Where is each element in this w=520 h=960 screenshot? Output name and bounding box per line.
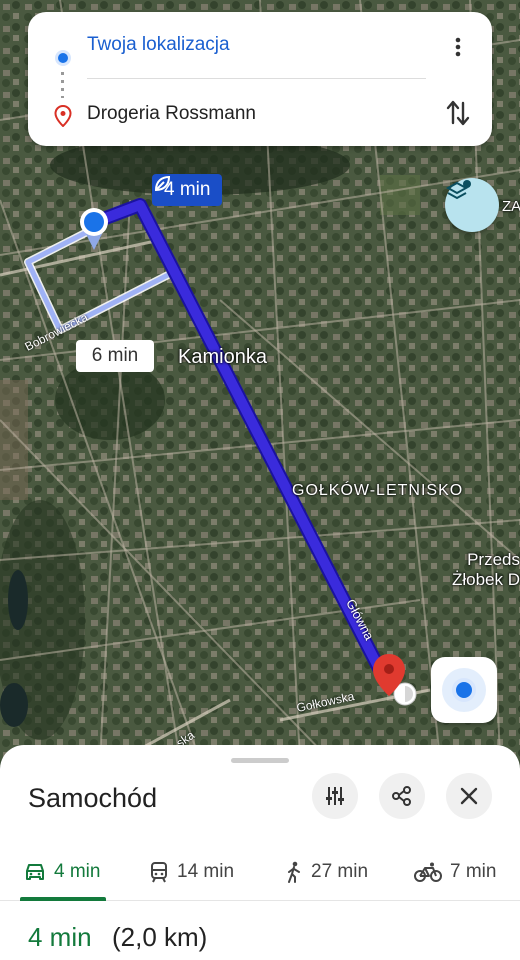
- car-icon: [26, 864, 44, 880]
- swap-icon[interactable]: [444, 98, 472, 128]
- more-options-icon[interactable]: [448, 36, 468, 58]
- tab-transit-label: 14 min: [177, 861, 235, 882]
- poi-label-line1: Przeds: [467, 550, 520, 569]
- layers-button[interactable]: [445, 178, 499, 232]
- origin-marker: [80, 208, 108, 250]
- route-distance: (2,0 km): [112, 922, 208, 952]
- bottom-sheet: Samochód 4 min 14 min 27 min 7 min 4 min…: [0, 745, 520, 960]
- divider: [87, 78, 426, 79]
- travel-mode-tabs: 4 min 14 min 27 min 7 min: [0, 843, 520, 901]
- tab-car-label: 4 min: [54, 861, 101, 882]
- area-label: GOŁKÓW-LETNISKO: [292, 482, 464, 499]
- sliders-icon: [326, 787, 344, 805]
- poi-label-line2: Żłobek D: [451, 570, 520, 589]
- layers-icon: [445, 180, 471, 200]
- edge-label: ZA: [502, 198, 520, 215]
- tab-walk-label: 27 min: [311, 861, 369, 882]
- bike-icon: [414, 862, 442, 882]
- tab-bike-label: 7 min: [450, 861, 497, 882]
- eco-leaf-icon: [154, 175, 171, 192]
- close-button[interactable]: [446, 773, 492, 819]
- tab-walk[interactable]: 27 min: [285, 843, 368, 901]
- route-options-button[interactable]: [312, 773, 358, 819]
- poi-label: Przeds Żłobek D: [440, 550, 520, 590]
- walk-icon: [288, 861, 300, 883]
- my-location-icon: [452, 678, 476, 702]
- route-dots: [61, 72, 64, 98]
- district-label: Kamionka: [178, 346, 267, 368]
- destination-icon: [54, 105, 72, 127]
- origin-dot-icon: [55, 50, 71, 66]
- sheet-drag-handle[interactable]: [231, 758, 289, 763]
- my-location-button[interactable]: [431, 657, 497, 723]
- tab-car[interactable]: 4 min: [24, 843, 100, 901]
- share-button[interactable]: [379, 773, 425, 819]
- primary-route-time-badge[interactable]: 4 min: [152, 174, 223, 206]
- directions-card: Twoja lokalizacja Drogeria Rossmann: [28, 12, 492, 146]
- active-tab-indicator: [20, 897, 106, 901]
- transit-icon: [151, 862, 167, 883]
- travel-mode-title: Samochód: [28, 783, 158, 813]
- close-icon: [460, 787, 478, 805]
- route-duration: 4 min: [28, 922, 92, 952]
- destination-pin-icon[interactable]: [371, 652, 421, 708]
- tab-bike[interactable]: 7 min: [414, 843, 496, 901]
- share-icon: [392, 786, 411, 806]
- origin-field[interactable]: Twoja lokalizacja: [87, 34, 230, 56]
- tab-transit[interactable]: 14 min: [149, 843, 234, 901]
- destination-field[interactable]: Drogeria Rossmann: [87, 103, 256, 125]
- alt-route-time-badge[interactable]: 6 min: [76, 340, 154, 372]
- alt-route-time: 6 min: [91, 345, 139, 366]
